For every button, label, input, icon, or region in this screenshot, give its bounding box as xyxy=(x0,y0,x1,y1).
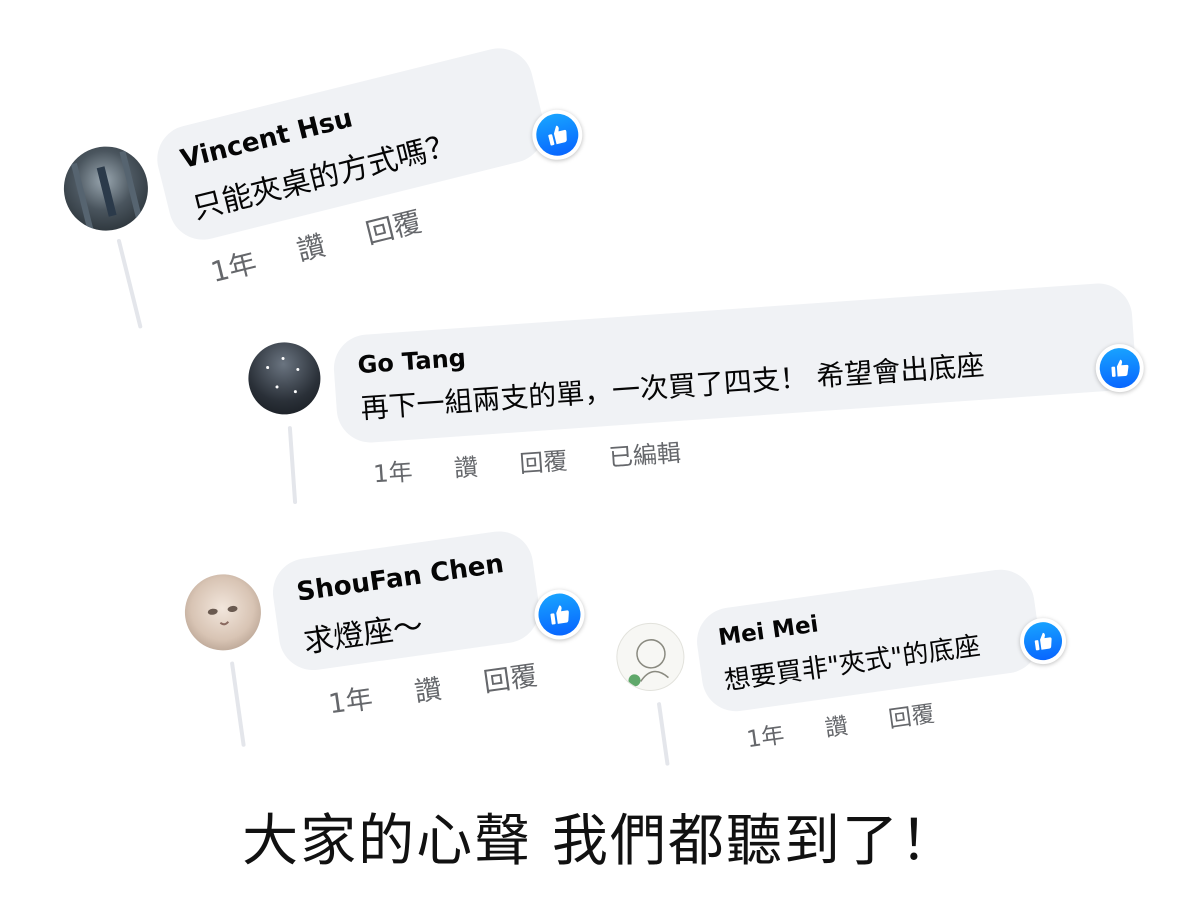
like-link[interactable]: 讚 xyxy=(822,706,850,743)
reply-link[interactable]: 回覆 xyxy=(361,200,425,252)
cat-avatar-icon xyxy=(207,605,238,626)
avatar[interactable] xyxy=(55,137,157,240)
avatar-photo-icon xyxy=(71,150,143,233)
comment-actions: 1年 讚 回覆 已編輯 xyxy=(372,433,682,489)
thread-line xyxy=(229,661,246,748)
avatar-photo-icon xyxy=(266,356,300,394)
timestamp[interactable]: 1年 xyxy=(744,715,786,754)
thumbs-up-icon xyxy=(1111,359,1129,377)
like-link[interactable]: 讚 xyxy=(292,224,329,270)
avatar[interactable] xyxy=(612,618,689,696)
timestamp[interactable]: 1年 xyxy=(372,452,414,490)
caption-text: 大家的心聲 我們都聽到了！ xyxy=(242,809,958,874)
like-link[interactable]: 讚 xyxy=(453,447,479,484)
thumbs-up-icon xyxy=(548,125,567,146)
reply-link[interactable]: 回覆 xyxy=(886,694,936,734)
drawing-avatar-icon xyxy=(628,639,669,687)
avatar[interactable] xyxy=(180,569,266,656)
timestamp[interactable]: 1年 xyxy=(206,241,260,291)
thread-line xyxy=(287,426,298,505)
thread-line xyxy=(116,238,143,329)
thumbs-up-icon xyxy=(550,605,569,625)
thread-line xyxy=(656,701,670,766)
reply-link[interactable]: 回覆 xyxy=(518,441,569,479)
reply-link[interactable]: 回覆 xyxy=(481,653,540,699)
thumbs-up-icon xyxy=(1034,632,1052,651)
timestamp[interactable]: 1年 xyxy=(326,677,375,722)
edited-label[interactable]: 已編輯 xyxy=(608,433,682,473)
like-link[interactable]: 讚 xyxy=(412,667,444,709)
avatar[interactable] xyxy=(246,339,323,417)
like-badge[interactable] xyxy=(531,586,588,643)
